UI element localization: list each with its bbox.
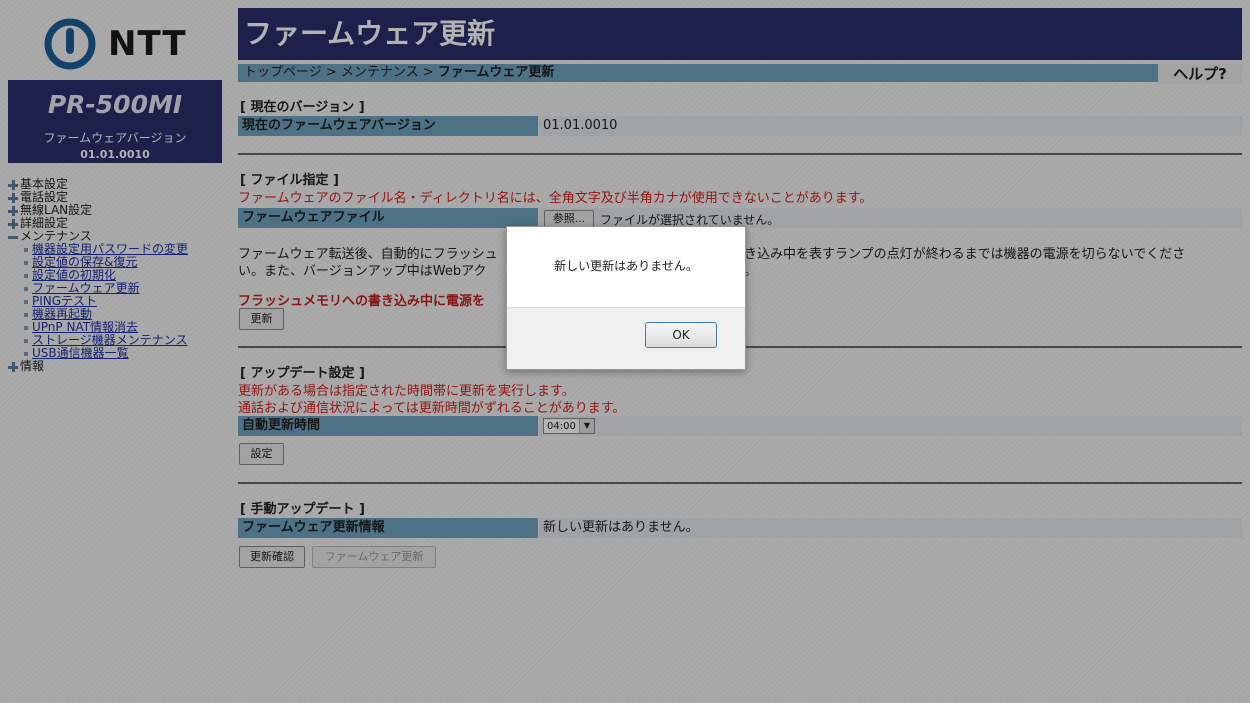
alert-dialog: 新しい更新はありません。 OK	[506, 226, 746, 370]
ok-button[interactable]: OK	[645, 322, 717, 348]
dialog-message: 新しい更新はありません。	[554, 259, 698, 273]
dialog-footer: OK	[507, 307, 745, 369]
